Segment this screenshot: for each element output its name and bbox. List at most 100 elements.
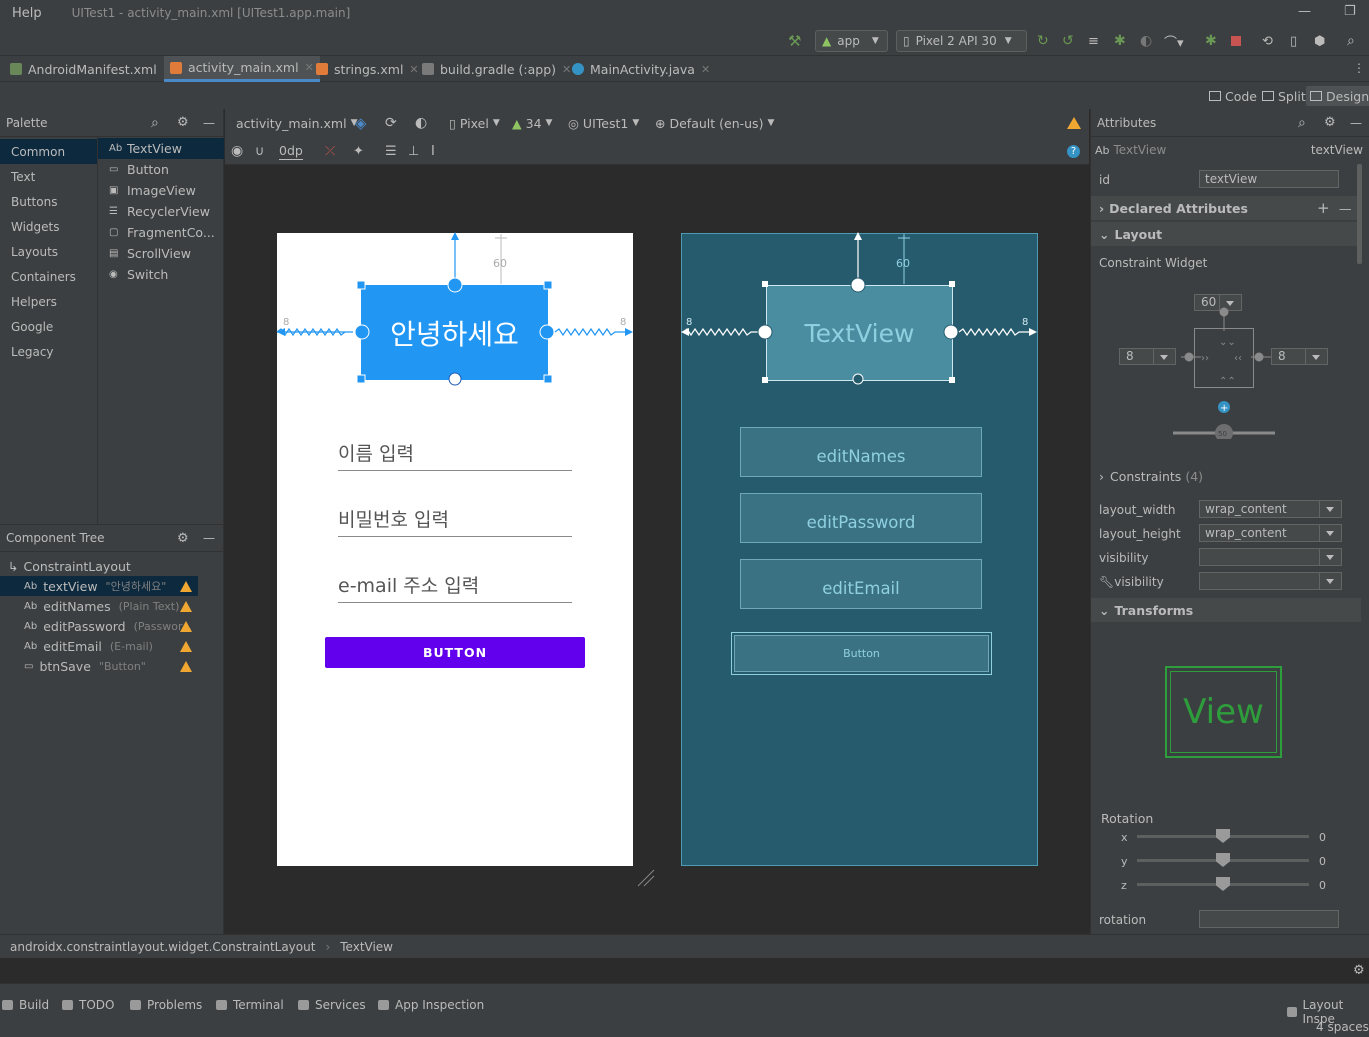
visibility-select[interactable] [1199,548,1342,566]
close-icon[interactable]: ✕ [701,63,710,76]
sync-icon[interactable]: ⟲ [1262,30,1273,52]
tree-item-btnSave[interactable]: ▭ btnSave "Button" [0,656,198,676]
warning-icon[interactable] [1067,117,1081,129]
guidelines-icon[interactable]: I [431,142,435,160]
tools-visibility-select[interactable] [1199,572,1342,590]
stop-icon[interactable] [1231,36,1241,46]
locale-select[interactable]: ⊕ Default (en-us) ▼ [655,114,774,132]
gear-icon[interactable]: ⚙ [177,531,189,546]
warning-icon[interactable] [180,600,192,612]
search-icon[interactable]: ⌕ [1347,30,1355,52]
warning-icon[interactable] [180,580,192,592]
tab-mainactivity-java[interactable]: MainActivity.java ✕ [566,56,716,82]
rot-y-thumb[interactable] [1216,853,1230,867]
indent-status[interactable]: 4 spaces [1316,1020,1369,1034]
add-icon[interactable]: + [1317,199,1330,217]
constraints-row[interactable]: › Constraints (4) [1099,469,1203,484]
tab-activity-main-xml[interactable]: activity_main.xml ✕ [164,56,320,82]
minimize-icon[interactable]: — [1350,116,1362,130]
night-mode-icon[interactable]: ◐ [415,114,427,132]
tree-item-editNames[interactable]: Ab editNames (Plain Text) [0,596,198,616]
gear-icon[interactable]: ⚙ [1353,963,1365,978]
layout-header[interactable]: ⌄ Layout [1091,222,1361,246]
tool-app-inspection[interactable]: App Inspection [378,998,484,1012]
device-select-design[interactable]: ▯ Pixel ▼ [449,114,500,132]
help-icon[interactable]: ? [1067,145,1080,158]
remove-icon[interactable]: — [1339,201,1352,216]
split-mode-button[interactable]: Split [1258,86,1310,106]
minimize-icon[interactable]: — [203,531,215,545]
layers-icon[interactable]: ◈ [355,114,367,132]
tool-problems[interactable]: Problems [130,998,202,1012]
rot-y-slider[interactable] [1137,853,1309,867]
warning-icon[interactable] [180,620,192,632]
rot-x-slider[interactable] [1137,829,1309,843]
palette-item[interactable]: Ab TextView [98,138,224,159]
restore-icon[interactable]: ❐ [1344,4,1356,19]
default-margin[interactable]: 0dp [279,142,303,160]
clear-constraints-icon[interactable]: ⤫ [325,142,335,160]
palette-item[interactable]: ▤ ScrollView [98,243,224,264]
palette-item[interactable]: ▢ FragmentCo... [98,222,224,243]
tree-item-textView[interactable]: Ab textView "안녕하세요" [0,576,198,596]
id-field[interactable]: textView [1199,170,1339,188]
orientation-icon[interactable]: ⟳ [385,114,397,132]
minimize-icon[interactable]: — [1298,4,1311,19]
palette-category-google[interactable]: Google [0,314,97,339]
tool-build[interactable]: Build [2,998,49,1012]
infer-constraints-icon[interactable]: ✦ [353,142,364,160]
scrollbar-thumb[interactable] [1357,164,1362,264]
breadcrumb-child[interactable]: TextView [340,940,393,954]
menu-help[interactable]: Help [12,6,42,21]
sdk-manager-icon[interactable]: ⬢ [1314,30,1325,52]
tab-build-gradle-app-[interactable]: build.gradle (:app) ✕ [416,56,577,82]
palette-category-legacy[interactable]: Legacy [0,339,97,364]
code-mode-button[interactable]: Code [1205,86,1261,106]
search-icon[interactable]: ⌕ [1298,115,1306,131]
magnet-icon[interactable]: ∪ [255,142,265,160]
gear-icon[interactable]: ⚙ [177,115,189,130]
minimize-icon[interactable]: — [203,116,215,130]
apply-changes-icon[interactable]: ↻ [1037,30,1049,52]
eye-icon[interactable]: ◉ [231,142,243,160]
palette-item[interactable]: ▣ ImageView [98,180,224,201]
module-select[interactable]: ▲ app ▼ [815,30,888,52]
tree-root[interactable]: ↳ ConstraintLayout [0,556,198,576]
gear-icon[interactable]: ⚙ [1324,115,1336,130]
debug-icon[interactable]: ✱ [1114,30,1126,52]
layout-width-select[interactable]: wrap_content [1199,500,1342,518]
tree-item-editEmail[interactable]: Ab editEmail (E-mail) [0,636,198,656]
tool-services[interactable]: Services [298,998,366,1012]
declared-attributes-header[interactable]: › Declared Attributes + — [1091,196,1361,220]
rot-z-slider[interactable] [1137,877,1309,891]
attach-debugger-icon[interactable]: ⌒▾ [1164,30,1184,52]
palette-item[interactable]: ◉ Switch [98,264,224,285]
palette-category-helpers[interactable]: Helpers [0,289,97,314]
search-icon[interactable]: ⌕ [151,115,159,131]
device-select[interactable]: ▯ Pixel 2 API 30 ▼ [896,30,1027,52]
rot-x-thumb[interactable] [1216,829,1230,843]
palette-category-common[interactable]: Common [0,139,97,164]
warning-icon[interactable] [180,660,192,672]
tab-androidmanifest-xml[interactable]: AndroidManifest.xml✕ [4,56,178,82]
debug-attach-icon[interactable]: ✱ [1205,30,1217,52]
transforms-header[interactable]: ⌄ Transforms [1091,598,1361,622]
tool-terminal[interactable]: Terminal [216,998,284,1012]
palette-category-buttons[interactable]: Buttons [0,189,97,214]
palette-category-layouts[interactable]: Layouts [0,239,97,264]
palette-category-containers[interactable]: Containers [0,264,97,289]
rot-z-thumb[interactable] [1216,877,1230,891]
apply-code-changes-icon[interactable]: ↺ [1062,30,1074,52]
hammer-icon[interactable]: ⚒ [788,30,801,52]
tab-strings-xml[interactable]: strings.xml ✕ [310,56,425,82]
api-select[interactable]: ▲ 34 ▼ [512,114,552,132]
warning-icon[interactable] [180,640,192,652]
device-manager-icon[interactable]: ▯ [1290,30,1297,52]
file-select[interactable]: activity_main.xml ▼ [236,114,358,132]
breadcrumb-parent[interactable]: androidx.constraintlayout.widget.Constra… [10,940,315,954]
tool-todo[interactable]: TODO [62,998,114,1012]
align-icon[interactable]: ⊥ [408,142,419,160]
layout-height-select[interactable]: wrap_content [1199,524,1342,542]
palette-category-widgets[interactable]: Widgets [0,214,97,239]
rotation-field[interactable] [1199,910,1339,928]
